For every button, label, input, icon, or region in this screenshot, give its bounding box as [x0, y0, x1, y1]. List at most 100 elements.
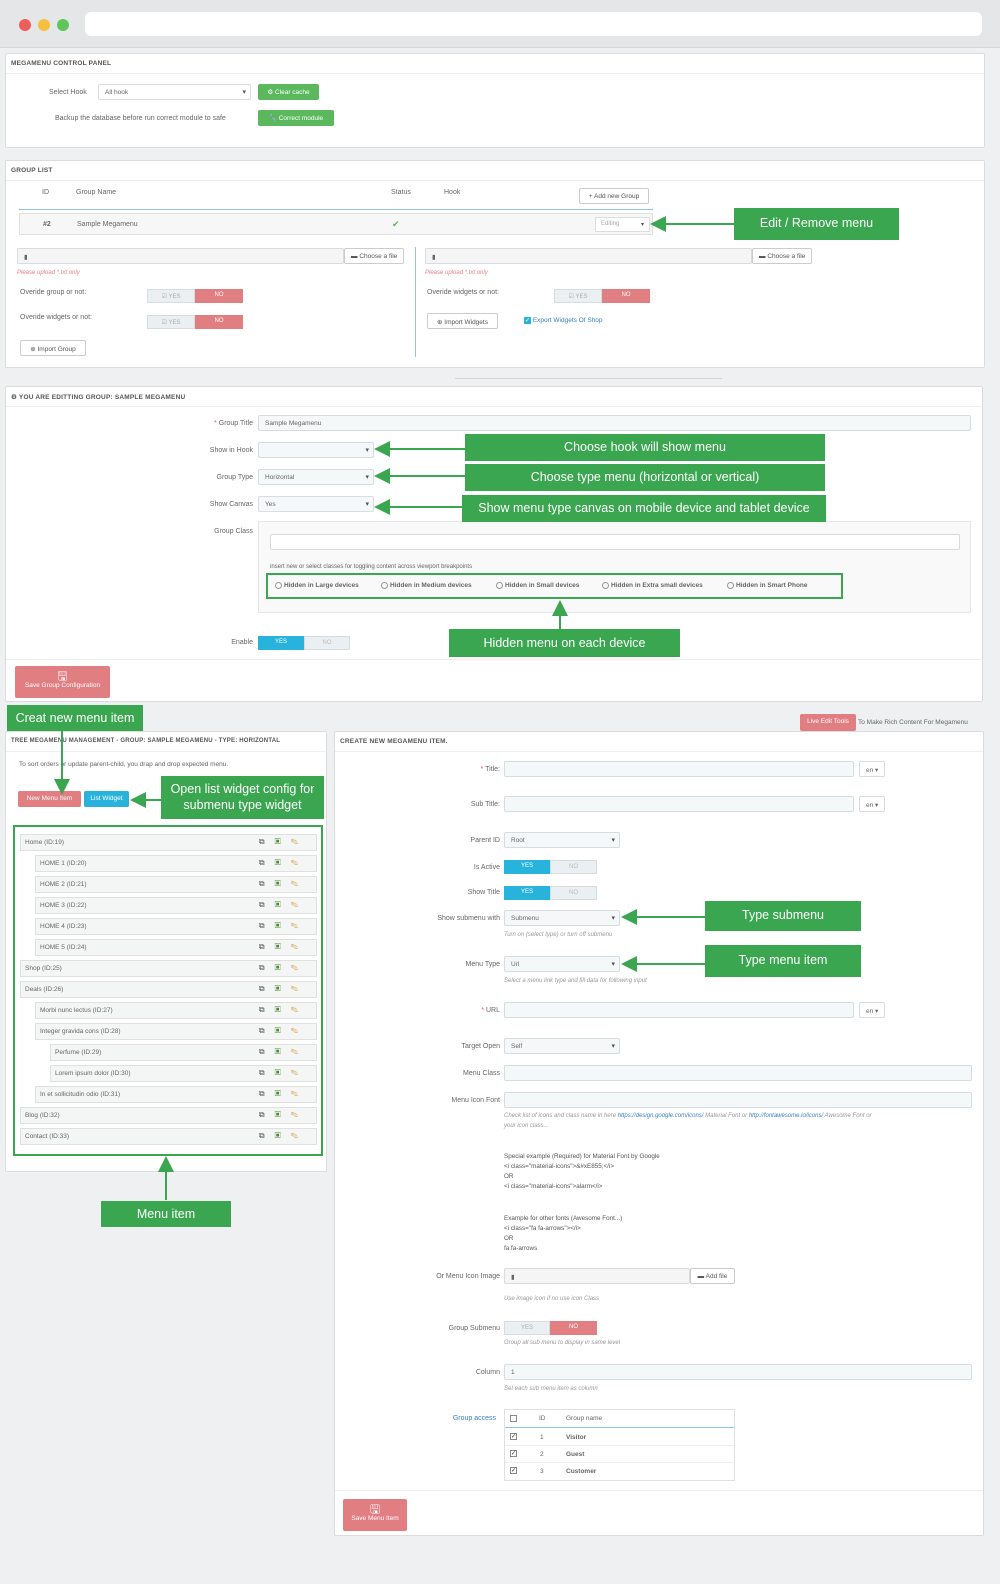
- import-group-button[interactable]: ⊕ Import Group: [20, 340, 86, 356]
- enable-no[interactable]: NO: [304, 636, 350, 650]
- editing-dropdown[interactable]: Editing ▾: [595, 217, 650, 232]
- export-widgets-link[interactable]: ✓ Export Widgets Of Shop: [524, 317, 603, 324]
- checkbox-checked-icon[interactable]: ✓: [510, 1433, 517, 1440]
- url-input[interactable]: [504, 1002, 854, 1018]
- duplicate-icon[interactable]: ⧉: [259, 1005, 275, 1014]
- save-icon[interactable]: ▣: [275, 1089, 291, 1098]
- save-icon[interactable]: ▣: [275, 1026, 291, 1035]
- save-icon[interactable]: ▣: [275, 1131, 291, 1140]
- tree-item[interactable]: Deals (ID:26) ⧉▣✎: [20, 981, 317, 998]
- edit-pencil-icon[interactable]: ✎: [291, 900, 308, 909]
- edit-pencil-icon[interactable]: ✎: [291, 1005, 308, 1014]
- override-widgets-no[interactable]: NO: [602, 289, 650, 303]
- save-icon[interactable]: ▣: [275, 837, 291, 846]
- duplicate-icon[interactable]: ⧉: [259, 1089, 275, 1098]
- override-widgets-yes[interactable]: ☑ YES: [147, 315, 195, 329]
- duplicate-icon[interactable]: ⧉: [259, 1026, 275, 1035]
- title-input[interactable]: [504, 761, 854, 777]
- access-row[interactable]: ✓ 3 Customer: [505, 1463, 734, 1480]
- save-icon[interactable]: ▣: [275, 963, 291, 972]
- save-icon[interactable]: ▣: [275, 858, 291, 867]
- duplicate-icon[interactable]: ⧉: [259, 900, 275, 909]
- edit-pencil-icon[interactable]: ✎: [291, 858, 308, 867]
- access-row[interactable]: ✓ 2 Guest: [505, 1446, 734, 1463]
- minimize-dot-icon[interactable]: [38, 19, 50, 31]
- show-canvas-select[interactable]: Yes: [258, 496, 374, 512]
- list-widget-button[interactable]: List Widget: [84, 791, 129, 807]
- icon-font-input[interactable]: [504, 1092, 972, 1108]
- save-menu-item-button[interactable]: 🖫 Save Menu Item: [343, 1499, 407, 1531]
- tree-item[interactable]: In et sollicitudin odio (ID:31) ⧉▣✎: [35, 1086, 317, 1103]
- duplicate-icon[interactable]: ⧉: [259, 1068, 275, 1077]
- edit-pencil-icon[interactable]: ✎: [291, 837, 308, 846]
- is-active-no[interactable]: NO: [550, 860, 597, 874]
- override-group-no[interactable]: NO: [195, 289, 243, 303]
- show-title-yes[interactable]: YES: [504, 886, 550, 900]
- edit-pencil-icon[interactable]: ✎: [291, 942, 308, 951]
- correct-module-button[interactable]: 🔧 Correct module: [258, 110, 334, 126]
- clear-cache-button[interactable]: ⚙ Clear cache: [258, 84, 319, 100]
- tree-item[interactable]: Home (ID:19) ⧉▣✎: [20, 834, 317, 851]
- edit-pencil-icon[interactable]: ✎: [291, 963, 308, 972]
- column-input[interactable]: 1: [504, 1364, 972, 1380]
- file-input-widgets[interactable]: ▮: [425, 248, 752, 264]
- save-icon[interactable]: ▣: [275, 879, 291, 888]
- show-in-hook-select[interactable]: [258, 442, 374, 458]
- edit-pencil-icon[interactable]: ✎: [291, 1068, 308, 1077]
- edit-pencil-icon[interactable]: ✎: [291, 1089, 308, 1098]
- tree-item[interactable]: Morbi nunc lectus (ID:27) ⧉▣✎: [35, 1002, 317, 1019]
- duplicate-icon[interactable]: ⧉: [259, 837, 275, 846]
- file-input-group[interactable]: ▮: [17, 248, 344, 264]
- save-group-button[interactable]: 🖫 Save Group Configuration: [15, 666, 110, 698]
- show-title-no[interactable]: NO: [550, 886, 597, 900]
- choose-file-button[interactable]: ▬ Choose a file: [344, 248, 404, 264]
- enable-yes[interactable]: YES: [258, 636, 304, 650]
- add-file-button[interactable]: ▬ Add file: [690, 1268, 735, 1284]
- subtitle-lang-select[interactable]: en ▾: [859, 796, 885, 812]
- menu-type-select[interactable]: Url: [504, 956, 620, 972]
- duplicate-icon[interactable]: ⧉: [259, 1110, 275, 1119]
- select-all-checkbox[interactable]: [510, 1415, 517, 1422]
- save-icon[interactable]: ▣: [275, 942, 291, 951]
- tree-item[interactable]: HOME 4 (ID:23) ⧉▣✎: [35, 918, 317, 935]
- edit-pencil-icon[interactable]: ✎: [291, 879, 308, 888]
- choose-file-button[interactable]: ▬ Choose a file: [752, 248, 812, 264]
- maximize-dot-icon[interactable]: [57, 19, 69, 31]
- duplicate-icon[interactable]: ⧉: [259, 921, 275, 930]
- override-widgets-no[interactable]: NO: [195, 315, 243, 329]
- tree-item[interactable]: Blog (ID:32) ⧉▣✎: [20, 1107, 317, 1124]
- is-active-yes[interactable]: YES: [504, 860, 550, 874]
- tree-item[interactable]: HOME 2 (ID:21) ⧉▣✎: [35, 876, 317, 893]
- duplicate-icon[interactable]: ⧉: [259, 963, 275, 972]
- duplicate-icon[interactable]: ⧉: [259, 879, 275, 888]
- group-type-select[interactable]: Horizontal: [258, 469, 374, 485]
- tree-item[interactable]: Lorem ipsum dolor (ID:30) ⧉▣✎: [50, 1065, 317, 1082]
- duplicate-icon[interactable]: ⧉: [259, 1131, 275, 1140]
- save-icon[interactable]: ▣: [275, 921, 291, 930]
- tree-item[interactable]: HOME 1 (ID:20) ⧉▣✎: [35, 855, 317, 872]
- edit-pencil-icon[interactable]: ✎: [291, 921, 308, 930]
- menu-class-input[interactable]: [504, 1065, 972, 1081]
- access-row[interactable]: ✓ 1 Visitor: [505, 1429, 734, 1446]
- save-icon[interactable]: ▣: [275, 1005, 291, 1014]
- override-group-yes[interactable]: ☑ YES: [147, 289, 195, 303]
- new-menu-item-button[interactable]: New Menu Item: [18, 791, 81, 807]
- group-row[interactable]: #2 Sample Megamenu ✔ Editing ▾: [19, 213, 653, 235]
- select-hook-dropdown[interactable]: All hook: [98, 84, 251, 100]
- icon-image-input[interactable]: ▮: [504, 1268, 690, 1284]
- tree-item[interactable]: Perfume (ID:29) ⧉▣✎: [50, 1044, 317, 1061]
- close-dot-icon[interactable]: [19, 19, 31, 31]
- save-icon[interactable]: ▣: [275, 1110, 291, 1119]
- target-open-select[interactable]: Self: [504, 1038, 620, 1054]
- tree-item[interactable]: Shop (ID:25) ⧉▣✎: [20, 960, 317, 977]
- checkbox-checked-icon[interactable]: ✓: [510, 1467, 517, 1474]
- live-edit-button[interactable]: Live Edit Tools: [800, 714, 856, 731]
- address-bar[interactable]: [85, 12, 982, 36]
- edit-pencil-icon[interactable]: ✎: [291, 1131, 308, 1140]
- edit-pencil-icon[interactable]: ✎: [291, 1026, 308, 1035]
- edit-pencil-icon[interactable]: ✎: [291, 1047, 308, 1056]
- edit-pencil-icon[interactable]: ✎: [291, 1110, 308, 1119]
- override-widgets-yes[interactable]: ☑ YES: [554, 289, 602, 303]
- show-submenu-select[interactable]: Submenu: [504, 910, 620, 926]
- save-icon[interactable]: ▣: [275, 1068, 291, 1077]
